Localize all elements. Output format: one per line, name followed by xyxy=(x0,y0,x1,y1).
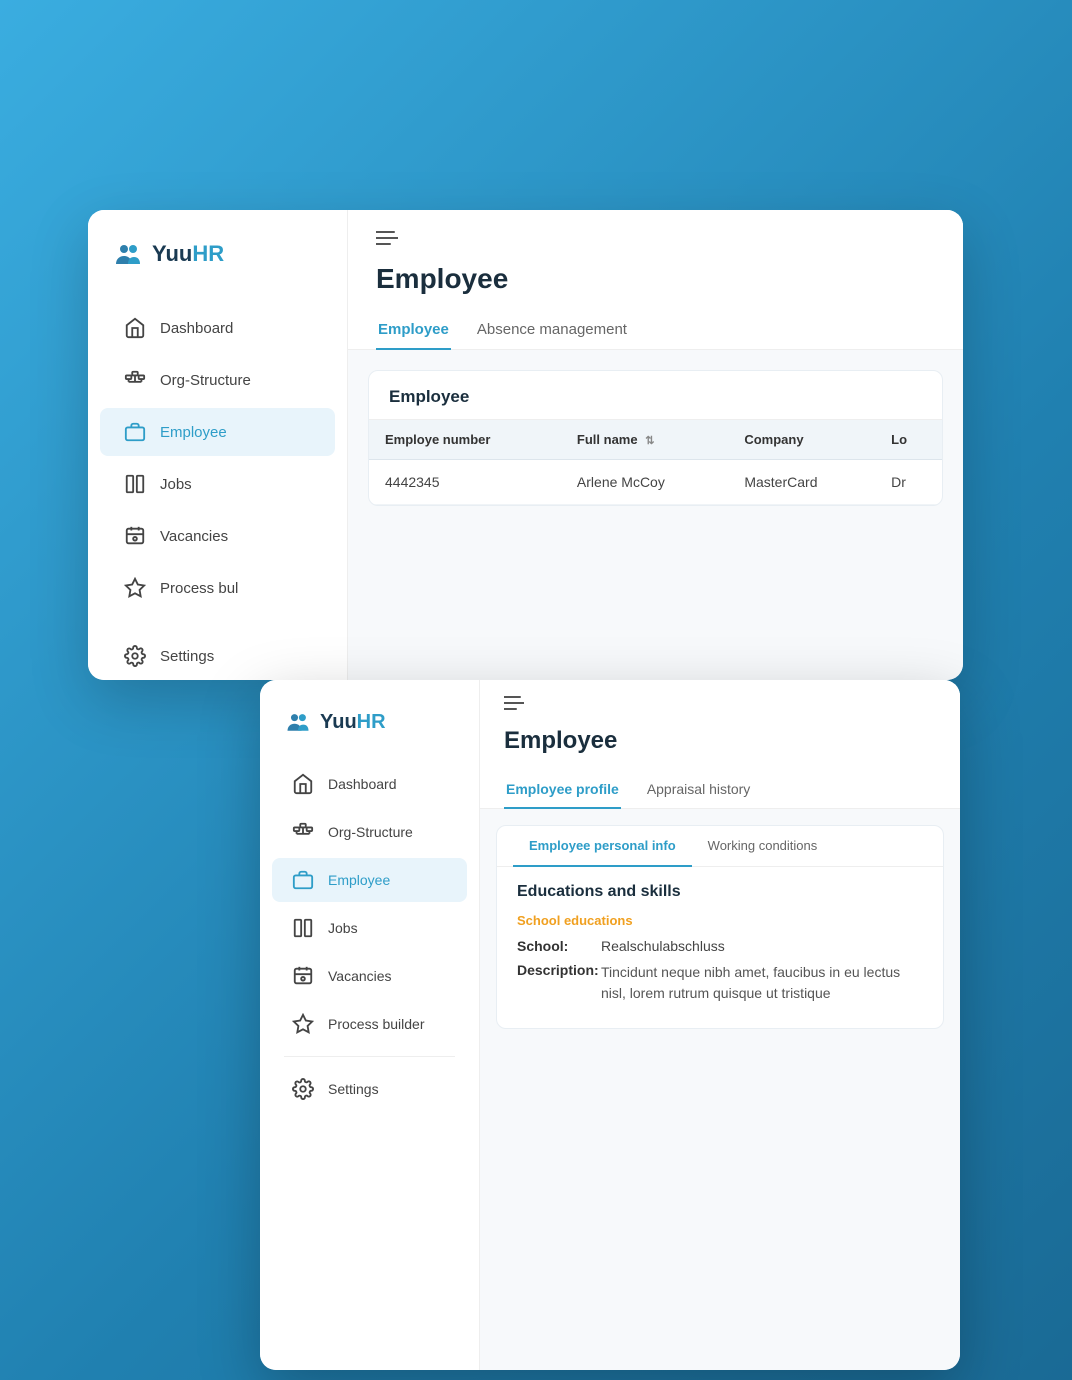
tab-employee[interactable]: Employee xyxy=(376,311,451,350)
sub-tab-personal[interactable]: Employee personal info xyxy=(513,826,692,867)
sidebar2-label-dashboard: Dashboard xyxy=(328,776,397,792)
sidebar2-item-settings[interactable]: Settings xyxy=(272,1067,467,1111)
sub-tab-working[interactable]: Working conditions xyxy=(692,826,834,867)
window-2: YuuHR Dashboard Org-Structure xyxy=(260,680,960,1370)
school-value: Realschulabschluss xyxy=(601,938,725,954)
settings-icon xyxy=(124,645,146,667)
sidebar2-label-settings: Settings xyxy=(328,1081,379,1097)
cell-company: MasterCard xyxy=(728,460,875,505)
briefcase-icon-2 xyxy=(292,869,314,891)
sidebar2-label-org: Org-Structure xyxy=(328,824,413,840)
main-header-1: Employee Employee Absence management xyxy=(348,210,963,350)
org-icon-2 xyxy=(292,821,314,843)
sidebar-item-org[interactable]: Org-Structure xyxy=(100,356,335,404)
school-label: School: xyxy=(517,938,597,954)
col-company: Company xyxy=(728,420,875,460)
table-row[interactable]: 4442345 Arlene McCoy MasterCard Dr xyxy=(369,460,942,505)
tab-bar-1: Employee Absence management xyxy=(376,311,935,349)
settings-icon-2 xyxy=(292,1078,314,1100)
sidebar2-item-jobs[interactable]: Jobs xyxy=(272,906,467,950)
window-1: YuuHR Dashboard Org-Structure xyxy=(88,210,963,680)
logo-text-1: YuuHR xyxy=(152,241,224,267)
process-icon-2 xyxy=(292,1013,314,1035)
home-icon xyxy=(124,317,146,339)
table-section-1: Employee Employe number Full name ⇅ Comp… xyxy=(368,370,943,506)
menu-icon-2[interactable] xyxy=(504,696,936,715)
main-content-1: Employee Employee Absence management Emp… xyxy=(348,210,963,680)
description-row: Description: Tincidunt neque nibh amet, … xyxy=(517,962,923,1004)
sidebar-item-dashboard[interactable]: Dashboard xyxy=(100,304,335,352)
employee-table: Employe number Full name ⇅ Company Lo xyxy=(369,420,942,505)
org-icon xyxy=(124,369,146,391)
logo-1: YuuHR xyxy=(88,238,347,270)
process-icon xyxy=(124,577,146,599)
sidebar-label-dashboard: Dashboard xyxy=(160,320,233,337)
sidebar2-item-employee[interactable]: Employee xyxy=(272,858,467,902)
sidebar-label-jobs: Jobs xyxy=(160,476,192,493)
sidebar-label-org: Org-Structure xyxy=(160,372,251,389)
sidebar-item-jobs[interactable]: Jobs xyxy=(100,460,335,508)
education-title: Educations and skills xyxy=(517,883,923,901)
sort-icon: ⇅ xyxy=(645,434,654,447)
col-fullname[interactable]: Full name ⇅ xyxy=(561,420,728,460)
logo-2: YuuHR xyxy=(260,708,479,736)
jobs-icon xyxy=(124,473,146,495)
vacancies-icon-2 xyxy=(292,965,314,987)
sidebar-label-vacancies: Vacancies xyxy=(160,528,228,545)
sidebar2-label-vacancies: Vacancies xyxy=(328,968,392,984)
sidebar-label-process: Process bul xyxy=(160,580,238,597)
sidebar2-item-vacancies[interactable]: Vacancies xyxy=(272,954,467,998)
description-label: Description: xyxy=(517,962,597,978)
sidebar-label-employee: Employee xyxy=(160,424,227,441)
sidebar2-label-employee: Employee xyxy=(328,872,390,888)
profile-body: Educations and skills School educations … xyxy=(497,867,943,1028)
home-icon-2 xyxy=(292,773,314,795)
jobs-icon-2 xyxy=(292,917,314,939)
profile-section: Employee personal info Working condition… xyxy=(496,825,944,1029)
cell-fullname: Arlene McCoy xyxy=(561,460,728,505)
sidebar2-label-jobs: Jobs xyxy=(328,920,358,936)
tab-profile[interactable]: Employee profile xyxy=(504,771,621,809)
vacancies-icon xyxy=(124,525,146,547)
tab-bar-2: Employee profile Appraisal history xyxy=(504,771,936,808)
cell-number: 4442345 xyxy=(369,460,561,505)
description-value: Tincidunt neque nibh amet, faucibus in e… xyxy=(601,962,923,1004)
sidebar-label-settings: Settings xyxy=(160,648,214,665)
school-row: School: Realschulabschluss xyxy=(517,938,923,954)
logo-icon-2 xyxy=(284,708,312,736)
col-extra: Lo xyxy=(875,420,942,460)
school-section-label: School educations xyxy=(517,913,923,928)
sidebar-1: YuuHR Dashboard Org-Structure xyxy=(88,210,348,680)
briefcase-icon xyxy=(124,421,146,443)
sidebar-item-process[interactable]: Process bul xyxy=(100,564,335,612)
logo-icon-1 xyxy=(112,238,144,270)
sidebar2-item-dashboard[interactable]: Dashboard xyxy=(272,762,467,806)
page-title-1: Employee xyxy=(376,263,935,295)
tab-absence[interactable]: Absence management xyxy=(475,311,629,350)
sidebar-2: YuuHR Dashboard Org-Structure xyxy=(260,680,480,1370)
sidebar-item-vacancies[interactable]: Vacancies xyxy=(100,512,335,560)
menu-icon-1[interactable] xyxy=(376,230,935,251)
page-title-2: Employee xyxy=(504,727,936,755)
sidebar2-label-process: Process builder xyxy=(328,1016,425,1032)
col-number: Employe number xyxy=(369,420,561,460)
sidebar2-item-process[interactable]: Process builder xyxy=(272,1002,467,1046)
main-header-2: Employee Employee profile Appraisal hist… xyxy=(480,680,960,809)
nav-divider-2 xyxy=(284,1056,455,1057)
main-content-2: Employee Employee profile Appraisal hist… xyxy=(480,680,960,1370)
cell-extra: Dr xyxy=(875,460,942,505)
sub-tab-bar: Employee personal info Working condition… xyxy=(497,826,943,867)
sidebar-item-employee[interactable]: Employee xyxy=(100,408,335,456)
tab-appraisal[interactable]: Appraisal history xyxy=(645,771,753,809)
table-title-1: Employee xyxy=(369,371,942,420)
logo-text-2: YuuHR xyxy=(320,711,386,734)
sidebar-item-settings[interactable]: Settings xyxy=(100,632,335,680)
sidebar2-item-org[interactable]: Org-Structure xyxy=(272,810,467,854)
